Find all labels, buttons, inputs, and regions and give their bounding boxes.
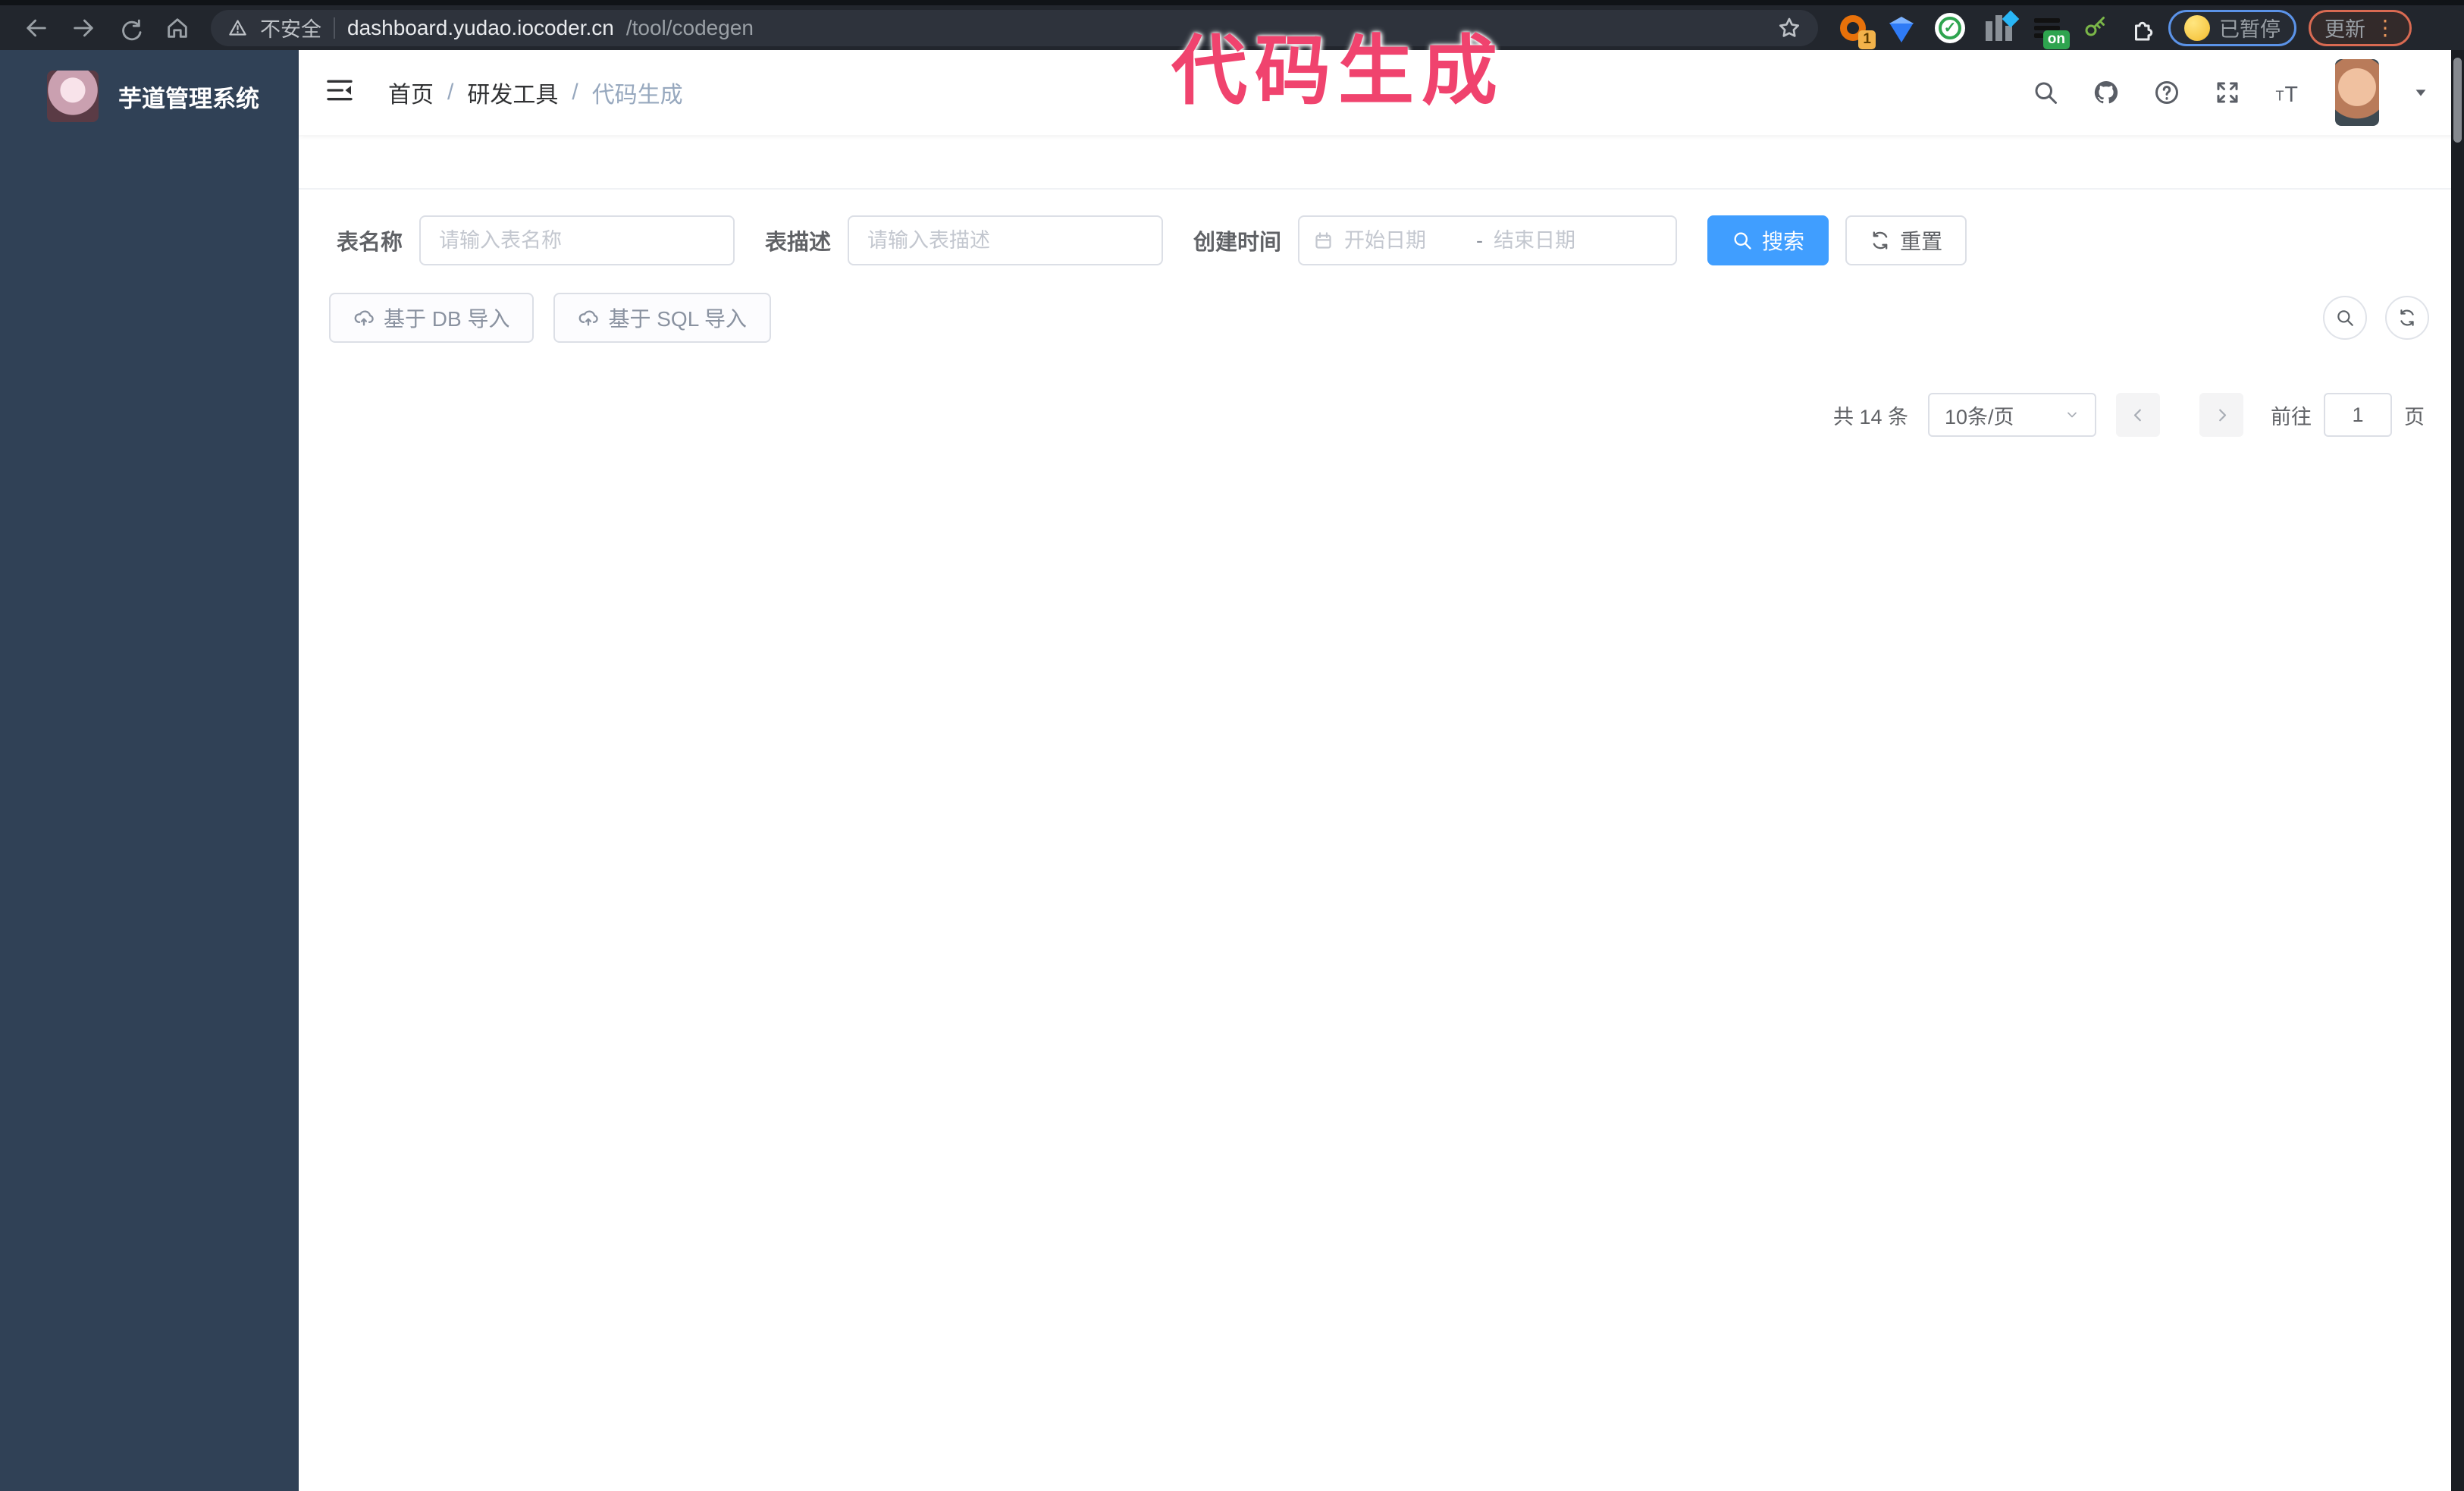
address-bar[interactable]: 不安全 dashboard.yudao.iocoder.cn/tool/code… <box>211 9 1818 46</box>
extension-columns-icon[interactable] <box>1982 10 2020 45</box>
cloud-upload-icon <box>578 307 599 328</box>
url-host: dashboard.yudao.iocoder.cn <box>347 15 614 39</box>
profile-paused-pill[interactable]: 已暂停 <box>2168 9 2296 46</box>
extension-check-icon[interactable]: ✓ <box>1933 11 1967 45</box>
app-logo-row[interactable]: 芋道管理系统 <box>0 50 299 143</box>
password-key-icon[interactable] <box>2079 11 2112 45</box>
browser-update-pill[interactable]: 更新 ⋮ <box>2309 9 2412 46</box>
bookmark-star-icon[interactable] <box>1777 16 1801 40</box>
breadcrumb-current: 代码生成 <box>591 83 683 108</box>
next-page-button[interactable] <box>2199 393 2243 437</box>
table-desc-input[interactable] <box>848 215 1164 265</box>
chevron-down-icon <box>2064 407 2080 422</box>
browser-chrome: 不安全 dashboard.yudao.iocoder.cn/tool/code… <box>0 0 2464 50</box>
breadcrumb-dev-tools[interactable]: 研发工具 <box>467 76 558 109</box>
sidebar: 芋道管理系统 <box>0 50 299 1491</box>
reset-refresh-icon <box>1870 230 1891 251</box>
omnibox-divider <box>334 17 335 39</box>
prev-page-button[interactable] <box>2116 393 2160 437</box>
browser-reload-button[interactable] <box>111 8 150 48</box>
url-path: /tool/codegen <box>625 15 754 39</box>
goto-page-input[interactable] <box>2324 393 2392 437</box>
create-time-label: 创建时间 <box>1193 231 1282 255</box>
browser-forward-button[interactable] <box>64 8 103 48</box>
app-logo-avatar <box>47 71 99 122</box>
content-area: 表名称 表描述 创建时间 - 搜索 重置 <box>299 190 2464 1491</box>
table-desc-label: 表描述 <box>765 231 832 255</box>
search-button[interactable]: 搜索 <box>1707 215 1829 265</box>
goto-label: 前往 <box>2271 405 2312 428</box>
breadcrumb: 首页 / 研发工具 / 代码生成 <box>388 76 683 109</box>
scrollbar-thumb[interactable] <box>2453 58 2462 143</box>
header-search-icon[interactable] <box>2032 79 2059 106</box>
breadcrumb-separator: / <box>447 80 454 105</box>
extensions-area: 1 ✓ on <box>1836 10 2161 49</box>
user-avatar[interactable] <box>2335 59 2379 126</box>
table-name-input[interactable] <box>419 215 735 265</box>
fullscreen-icon[interactable] <box>2214 79 2241 106</box>
refresh-table-button[interactable] <box>2385 296 2429 340</box>
goto-suffix: 页 <box>2404 405 2425 428</box>
page-size-select[interactable]: 10条/页 <box>1928 393 2096 437</box>
extension-badge-count: 1 <box>1858 30 1876 49</box>
table-name-label: 表名称 <box>337 231 403 255</box>
toggle-search-button[interactable] <box>2323 296 2367 340</box>
start-date-input[interactable] <box>1344 228 1466 253</box>
create-time-range-picker[interactable]: - <box>1298 215 1678 265</box>
extension-gem-icon[interactable] <box>1885 11 1918 45</box>
breadcrumb-separator: / <box>572 80 578 105</box>
browser-home-button[interactable] <box>158 8 197 48</box>
filter-bar: 表名称 表描述 创建时间 - 搜索 重置 <box>329 215 2429 265</box>
page-scrollbar[interactable] <box>2451 50 2464 1491</box>
tab-bar <box>299 135 2464 190</box>
breadcrumb-home[interactable]: 首页 <box>388 76 434 109</box>
extension-badge-on: on <box>2042 30 2070 49</box>
extension-orange-icon[interactable]: 1 <box>1836 11 1876 49</box>
profile-emoji-icon <box>2184 14 2210 41</box>
app-title: 芋道管理系统 <box>118 85 259 112</box>
update-label: 更新 <box>2324 18 2365 41</box>
cloud-upload-icon <box>353 307 375 328</box>
search-icon <box>1732 230 1753 251</box>
security-label[interactable]: 不安全 <box>260 13 321 42</box>
pagination-total: 共 14 条 <box>1832 405 1908 428</box>
end-date-input[interactable] <box>1494 228 1616 253</box>
reset-button[interactable]: 重置 <box>1845 215 1967 265</box>
browser-menu-icon[interactable]: ⋮ <box>2375 17 2396 39</box>
import-db-button[interactable]: 基于 DB 导入 <box>329 293 534 343</box>
extensions-puzzle-icon[interactable] <box>2127 11 2161 45</box>
paused-label: 已暂停 <box>2219 18 2281 41</box>
import-sql-button[interactable]: 基于 SQL 导入 <box>553 293 772 343</box>
top-header: 首页 / 研发工具 / 代码生成 <box>299 50 2464 135</box>
browser-back-button[interactable] <box>17 8 56 48</box>
github-icon[interactable] <box>2093 79 2120 106</box>
extension-switch-icon[interactable]: on <box>2030 11 2070 49</box>
range-separator: - <box>1476 228 1484 252</box>
sidebar-collapse-icon[interactable] <box>324 75 370 109</box>
help-icon[interactable] <box>2153 79 2180 106</box>
user-menu-caret-icon[interactable] <box>2412 84 2429 101</box>
toolbar: 基于 DB 导入 基于 SQL 导入 <box>329 293 2429 343</box>
calendar-icon <box>1313 231 1334 251</box>
font-size-icon[interactable] <box>2274 79 2302 106</box>
not-secure-icon <box>227 17 248 38</box>
pagination: 共 14 条 10条/页 前往 页 <box>329 393 2425 460</box>
